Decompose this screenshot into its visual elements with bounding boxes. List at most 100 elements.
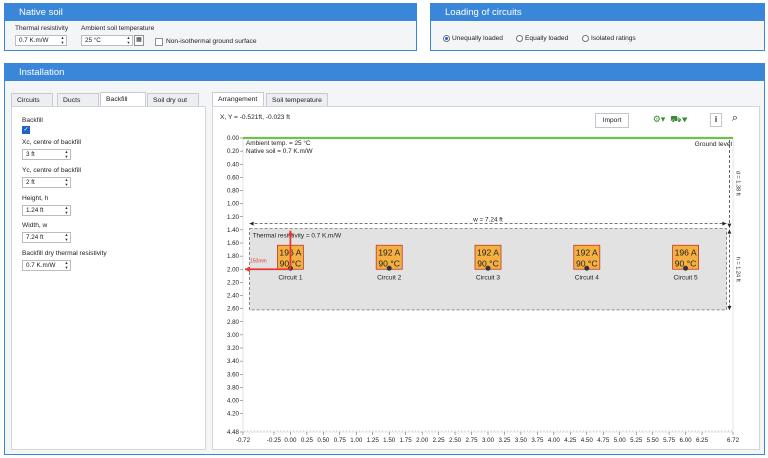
cable-config-icon[interactable]: ⚙▾ [650,113,668,126]
x-tick-label: 1.75 [400,437,413,444]
y-tick-label: 2.80 [227,319,240,326]
circuit-name: Circuit 1 [278,274,303,281]
unequally-loaded-label: Unequally loaded [452,35,503,42]
y-tick-label: 3.00 [227,332,240,339]
y-tick-label: 1.00 [227,201,240,208]
height-dimension-label: h = 1.24 ft [734,257,740,282]
x-tick-label: 3.25 [498,437,511,444]
tab-arrangement[interactable]: Arrangement [212,92,264,106]
info-icon[interactable]: i [710,113,722,127]
thermal-resistivity-label: Thermal resistivity [15,25,69,32]
y-tick-label: 3.80 [227,384,240,391]
y-tick-label: 1.60 [227,240,240,247]
arrangement-diagram[interactable]: 0.00 0.20 0.40 0.60 0.80 1.00 1.20 1.40 1.60 1.80… [213,129,759,449]
spinner-arrows-icon[interactable]: ▲ ▼ [64,205,69,215]
y-tick-label: 0.20 [227,148,240,155]
equally-loaded-label: Equally loaded [525,35,569,42]
installation-panel: Installation Circuits Ducts Backfill Soi… [4,63,765,455]
yc-label: Yc, centre of backfill [22,167,82,174]
thermal-resistivity-field[interactable]: 0.7 K.m/W ▲ ▼ [15,35,67,46]
isolated-ratings-radio[interactable] [582,35,589,42]
x-tick-label: 1.50 [383,437,396,444]
tab-soil-temperature[interactable]: Soil temperature [266,93,328,106]
spinner-arrows-icon[interactable]: ▲ ▼ [64,260,69,270]
x-tick-label: 5.25 [630,437,643,444]
import-button[interactable]: Import [595,113,629,128]
xc-label: Xc, centre of backfill [22,139,82,146]
x-tick-label: 2.50 [449,437,462,444]
vehicle-config-icon[interactable]: ⛟▾ [670,113,688,126]
width-dimension-label: w = 7.24 ft [472,217,503,224]
y-tick-label: 2.20 [227,279,240,286]
unequally-loaded-radio[interactable] [443,35,450,42]
offset-label: 150mm [250,258,267,264]
x-tick-label: 2.75 [466,437,479,444]
x-tick-label: 0.00 [284,437,297,444]
x-tick-label: 4.00 [548,437,561,444]
height-field[interactable]: 1.24 ft ▲ ▼ [22,205,71,216]
spinner-arrows-icon[interactable]: ▲ ▼ [64,177,69,187]
native-soil-title: Native soil [5,4,416,21]
dry-resistivity-label: Backfill dry thermal resistivity [22,250,107,257]
circuit-current: 192 A [477,247,499,257]
tab-circuits[interactable]: Circuits [11,93,53,106]
circuit-name: Circuit 4 [575,274,600,281]
backfill-checkbox[interactable]: ✓ [22,126,30,134]
backfill-form: Backfill ✓ Xc, centre of backfill 3 ft ▲… [11,106,206,450]
x-tick-label: 1.25 [367,437,380,444]
y-tick-label: 0.60 [227,174,240,181]
equally-loaded-radio[interactable] [516,35,523,42]
x-tick-label: 0.75 [334,437,347,444]
x-tick-label: 0.25 [301,437,314,444]
y-tick-label: 1.20 [227,214,240,221]
circuit-name: Circuit 5 [673,274,698,281]
loading-title: Loading of circuits [431,4,764,21]
x-tick-label: 3.00 [482,437,495,444]
x-tick-label: 6.00 [680,437,693,444]
y-tick-label: 3.40 [227,358,240,365]
tab-ducts[interactable]: Ducts [57,93,99,106]
calendar-icon[interactable]: ▦ [134,35,144,46]
y-tick-label: 2.40 [227,293,240,300]
spinner-arrows-icon[interactable]: ▲ ▼ [64,232,69,242]
y-tick-label: 1.80 [227,253,240,260]
x-tick-label: 2.25 [433,437,446,444]
native-soil-text: Native soil = 0.7 K.m/W [246,148,314,155]
yc-field[interactable]: 2 ft ▲ ▼ [22,177,71,188]
y-tick-label: 2.60 [227,306,240,313]
x-tick-label: 5.50 [647,437,660,444]
loading-panel: Loading of circuits Unequally loaded Equ… [430,3,765,51]
y-tick-label: 0.40 [227,161,240,168]
x-tick-label: 4.75 [597,437,610,444]
spinner-arrows-icon[interactable]: ▲ ▼ [64,149,69,159]
x-tick-label: 4.25 [564,437,577,444]
native-soil-panel: Native soil Thermal resistivity 0.7 K.m/… [4,3,417,51]
ambient-temp-field[interactable]: 25 °C ▲ ▼ [81,35,133,46]
y-tick-label: 4.48 [227,429,240,436]
tab-backfill[interactable]: Backfill [100,92,146,106]
y-tick-label: 0.00 [227,135,240,142]
coordinate-readout: X, Y = -0.521ft, -0.023 ft [220,114,290,121]
y-tick-label: 4.00 [227,398,240,405]
circuit-temperature: 90 °C [576,258,598,268]
width-field[interactable]: 7.24 ft ▲ ▼ [22,232,71,243]
x-tick-label: 3.50 [515,437,528,444]
circuit-current: 192 A [378,247,400,257]
x-tick-label: -0.72 [236,437,251,444]
width-label: Width, w [22,222,48,229]
y-tick-label: 3.20 [227,345,240,352]
x-tick-label: 2.00 [416,437,429,444]
nonisothermal-label: Non-isothermal ground surface [166,38,257,45]
circuit-current: 192 A [576,247,598,257]
spinner-arrows-icon[interactable]: ▲ ▼ [126,35,131,45]
nonisothermal-checkbox[interactable] [155,38,163,46]
spinner-arrows-icon[interactable]: ▲ ▼ [60,35,65,45]
y-tick-label: 4.20 [227,411,240,418]
backfill-label: Backfill [22,117,43,124]
dry-resistivity-field[interactable]: 0.7 K.m/W ▲ ▼ [22,260,71,271]
zoom-icon[interactable]: ⌕ [728,112,742,126]
xc-field[interactable]: 3 ft ▲ ▼ [22,149,71,160]
installation-title: Installation [5,64,764,81]
x-tick-label: 3.75 [531,437,544,444]
tab-soil-dry-out[interactable]: Soil dry out [147,93,199,106]
